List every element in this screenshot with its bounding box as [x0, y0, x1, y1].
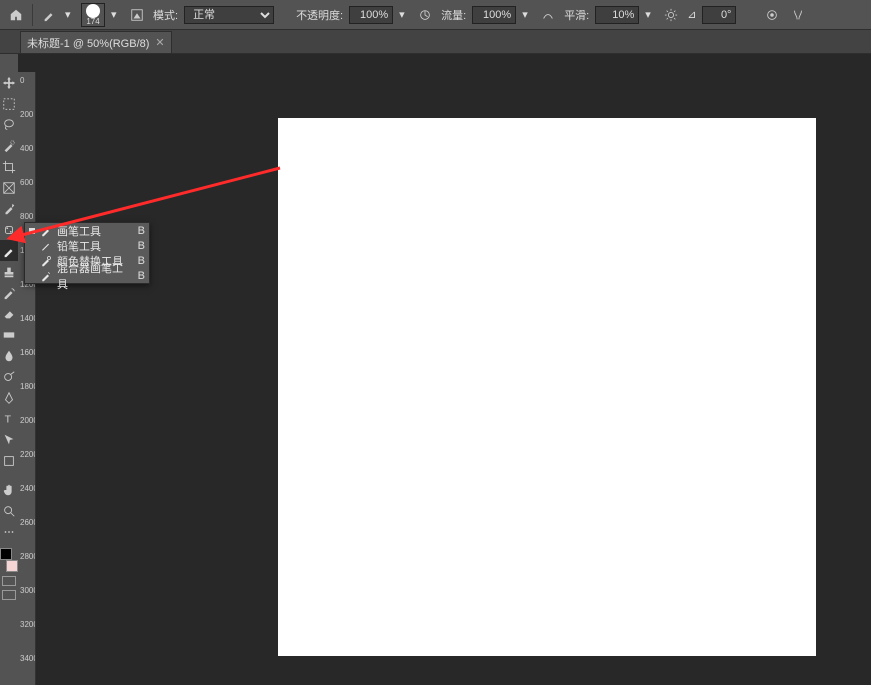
type-tool[interactable]: T: [0, 408, 18, 429]
pressure-opacity-icon[interactable]: [415, 5, 435, 25]
zoom-tool[interactable]: [0, 500, 18, 521]
screenmode-toggle[interactable]: [0, 590, 18, 600]
brush-preview[interactable]: 174: [81, 3, 105, 27]
close-icon[interactable]: ✕: [155, 36, 164, 49]
document-tab-title: 未标题-1 @ 50%(RGB/8): [27, 35, 149, 51]
canvas-area: [36, 72, 871, 685]
brush-size-value: 174: [86, 17, 99, 26]
brush-panel-icon[interactable]: [127, 5, 147, 25]
tool-icon: [39, 255, 53, 267]
document-tab-bar: 未标题-1 @ 50%(RGB/8) ✕: [0, 30, 871, 54]
frame-tool[interactable]: [0, 177, 18, 198]
path-select-tool[interactable]: [0, 429, 18, 450]
brush-tool-flyout: 画笔工具B铅笔工具B颜色替换工具B混合器画笔工具B: [24, 222, 150, 284]
symmetry-icon[interactable]: [788, 5, 808, 25]
ruler-tick: 3000: [20, 586, 36, 595]
background-color-swatch[interactable]: [6, 560, 18, 572]
gradient-tool[interactable]: [0, 324, 18, 345]
quick-select-tool[interactable]: [0, 135, 18, 156]
mode-label: 模式:: [153, 7, 178, 23]
ruler-tick: 0: [20, 76, 24, 85]
separator: [32, 4, 33, 26]
flyout-item-shortcut: B: [138, 270, 145, 282]
document-canvas[interactable]: [278, 118, 816, 656]
foreground-color-swatch[interactable]: [0, 548, 12, 560]
ruler-tick: 200: [20, 110, 33, 119]
dodge-tool[interactable]: [0, 366, 18, 387]
ruler-tick: 2800: [20, 552, 36, 561]
chevron-down-icon[interactable]: ▾: [111, 8, 121, 21]
tool-preset-icon[interactable]: [39, 5, 59, 25]
pressure-size-icon[interactable]: [762, 5, 782, 25]
selected-indicator: [29, 228, 35, 234]
color-swatches[interactable]: [0, 548, 18, 572]
ruler-tick: 3400: [20, 654, 36, 663]
flow-label: 流量:: [441, 7, 466, 23]
ruler-tick: 2200: [20, 450, 36, 459]
chevron-down-icon[interactable]: ▾: [399, 8, 409, 21]
opacity-input[interactable]: [349, 6, 393, 24]
ruler-tick: 600: [20, 178, 33, 187]
flyout-item-shortcut: B: [138, 255, 145, 267]
airbrush-icon[interactable]: [538, 5, 558, 25]
eyedropper-tool[interactable]: [0, 198, 18, 219]
smoothing-label: 平滑:: [564, 7, 589, 23]
lasso-tool[interactable]: [0, 114, 18, 135]
blur-tool[interactable]: [0, 345, 18, 366]
tool-icon: [39, 270, 53, 282]
shape-tool[interactable]: [0, 450, 18, 471]
flyout-item-shortcut: B: [138, 240, 145, 252]
move-tool[interactable]: [0, 72, 18, 93]
brush-tool[interactable]: [0, 240, 18, 261]
edit-toolbar[interactable]: [0, 521, 18, 542]
flyout-item-label: 混合器画笔工具: [57, 260, 134, 292]
ruler-tick: 3200: [20, 620, 36, 629]
ruler-tick: 2000: [20, 416, 36, 425]
tool-palette: T: [0, 54, 18, 685]
ruler-tick: 2600: [20, 518, 36, 527]
chevron-down-icon[interactable]: ▾: [65, 8, 75, 21]
crop-tool[interactable]: [0, 156, 18, 177]
gear-icon[interactable]: [661, 5, 681, 25]
blend-mode-select[interactable]: 正常: [184, 6, 274, 24]
hand-tool[interactable]: [0, 479, 18, 500]
svg-text:T: T: [5, 413, 12, 425]
angle-input[interactable]: [702, 6, 736, 24]
eraser-tool[interactable]: [0, 303, 18, 324]
ruler-tick: 400: [20, 144, 33, 153]
vertical-ruler: 0200400600800100012001400160018002000220…: [18, 72, 36, 685]
ruler-tick: 1400: [20, 314, 36, 323]
ruler-tick: 2400: [20, 484, 36, 493]
flyout-item-label: 画笔工具: [57, 223, 134, 239]
ruler-tick: 1800: [20, 382, 36, 391]
flyout-item-shortcut: B: [138, 225, 145, 237]
document-tab[interactable]: 未标题-1 @ 50%(RGB/8) ✕: [20, 31, 172, 53]
history-brush-tool[interactable]: [0, 282, 18, 303]
chevron-down-icon[interactable]: ▾: [645, 8, 655, 21]
options-bar: ▾ 174 ▾ 模式: 正常 不透明度: ▾ 流量: ▾ 平滑: ▾ ⊿: [0, 0, 871, 30]
tool-icon: [39, 225, 53, 237]
flyout-item[interactable]: 画笔工具 B: [25, 223, 149, 238]
angle-prefix: ⊿: [687, 8, 696, 21]
brush-dot-icon: [86, 4, 100, 18]
opacity-label: 不透明度:: [296, 7, 343, 23]
flyout-item-label: 铅笔工具: [57, 238, 134, 254]
ruler-tick: 1600: [20, 348, 36, 357]
stamp-tool[interactable]: [0, 261, 18, 282]
smoothing-input[interactable]: [595, 6, 639, 24]
chevron-down-icon[interactable]: ▾: [522, 8, 532, 21]
flyout-item[interactable]: 铅笔工具 B: [25, 238, 149, 253]
home-icon[interactable]: [6, 5, 26, 25]
marquee-tool[interactable]: [0, 93, 18, 114]
ruler-tick: 800: [20, 212, 33, 221]
flyout-item[interactable]: 混合器画笔工具B: [25, 268, 149, 283]
flow-input[interactable]: [472, 6, 516, 24]
healing-tool[interactable]: [0, 219, 18, 240]
tool-icon: [39, 240, 53, 252]
pen-tool[interactable]: [0, 387, 18, 408]
quickmask-toggle[interactable]: [0, 576, 18, 586]
